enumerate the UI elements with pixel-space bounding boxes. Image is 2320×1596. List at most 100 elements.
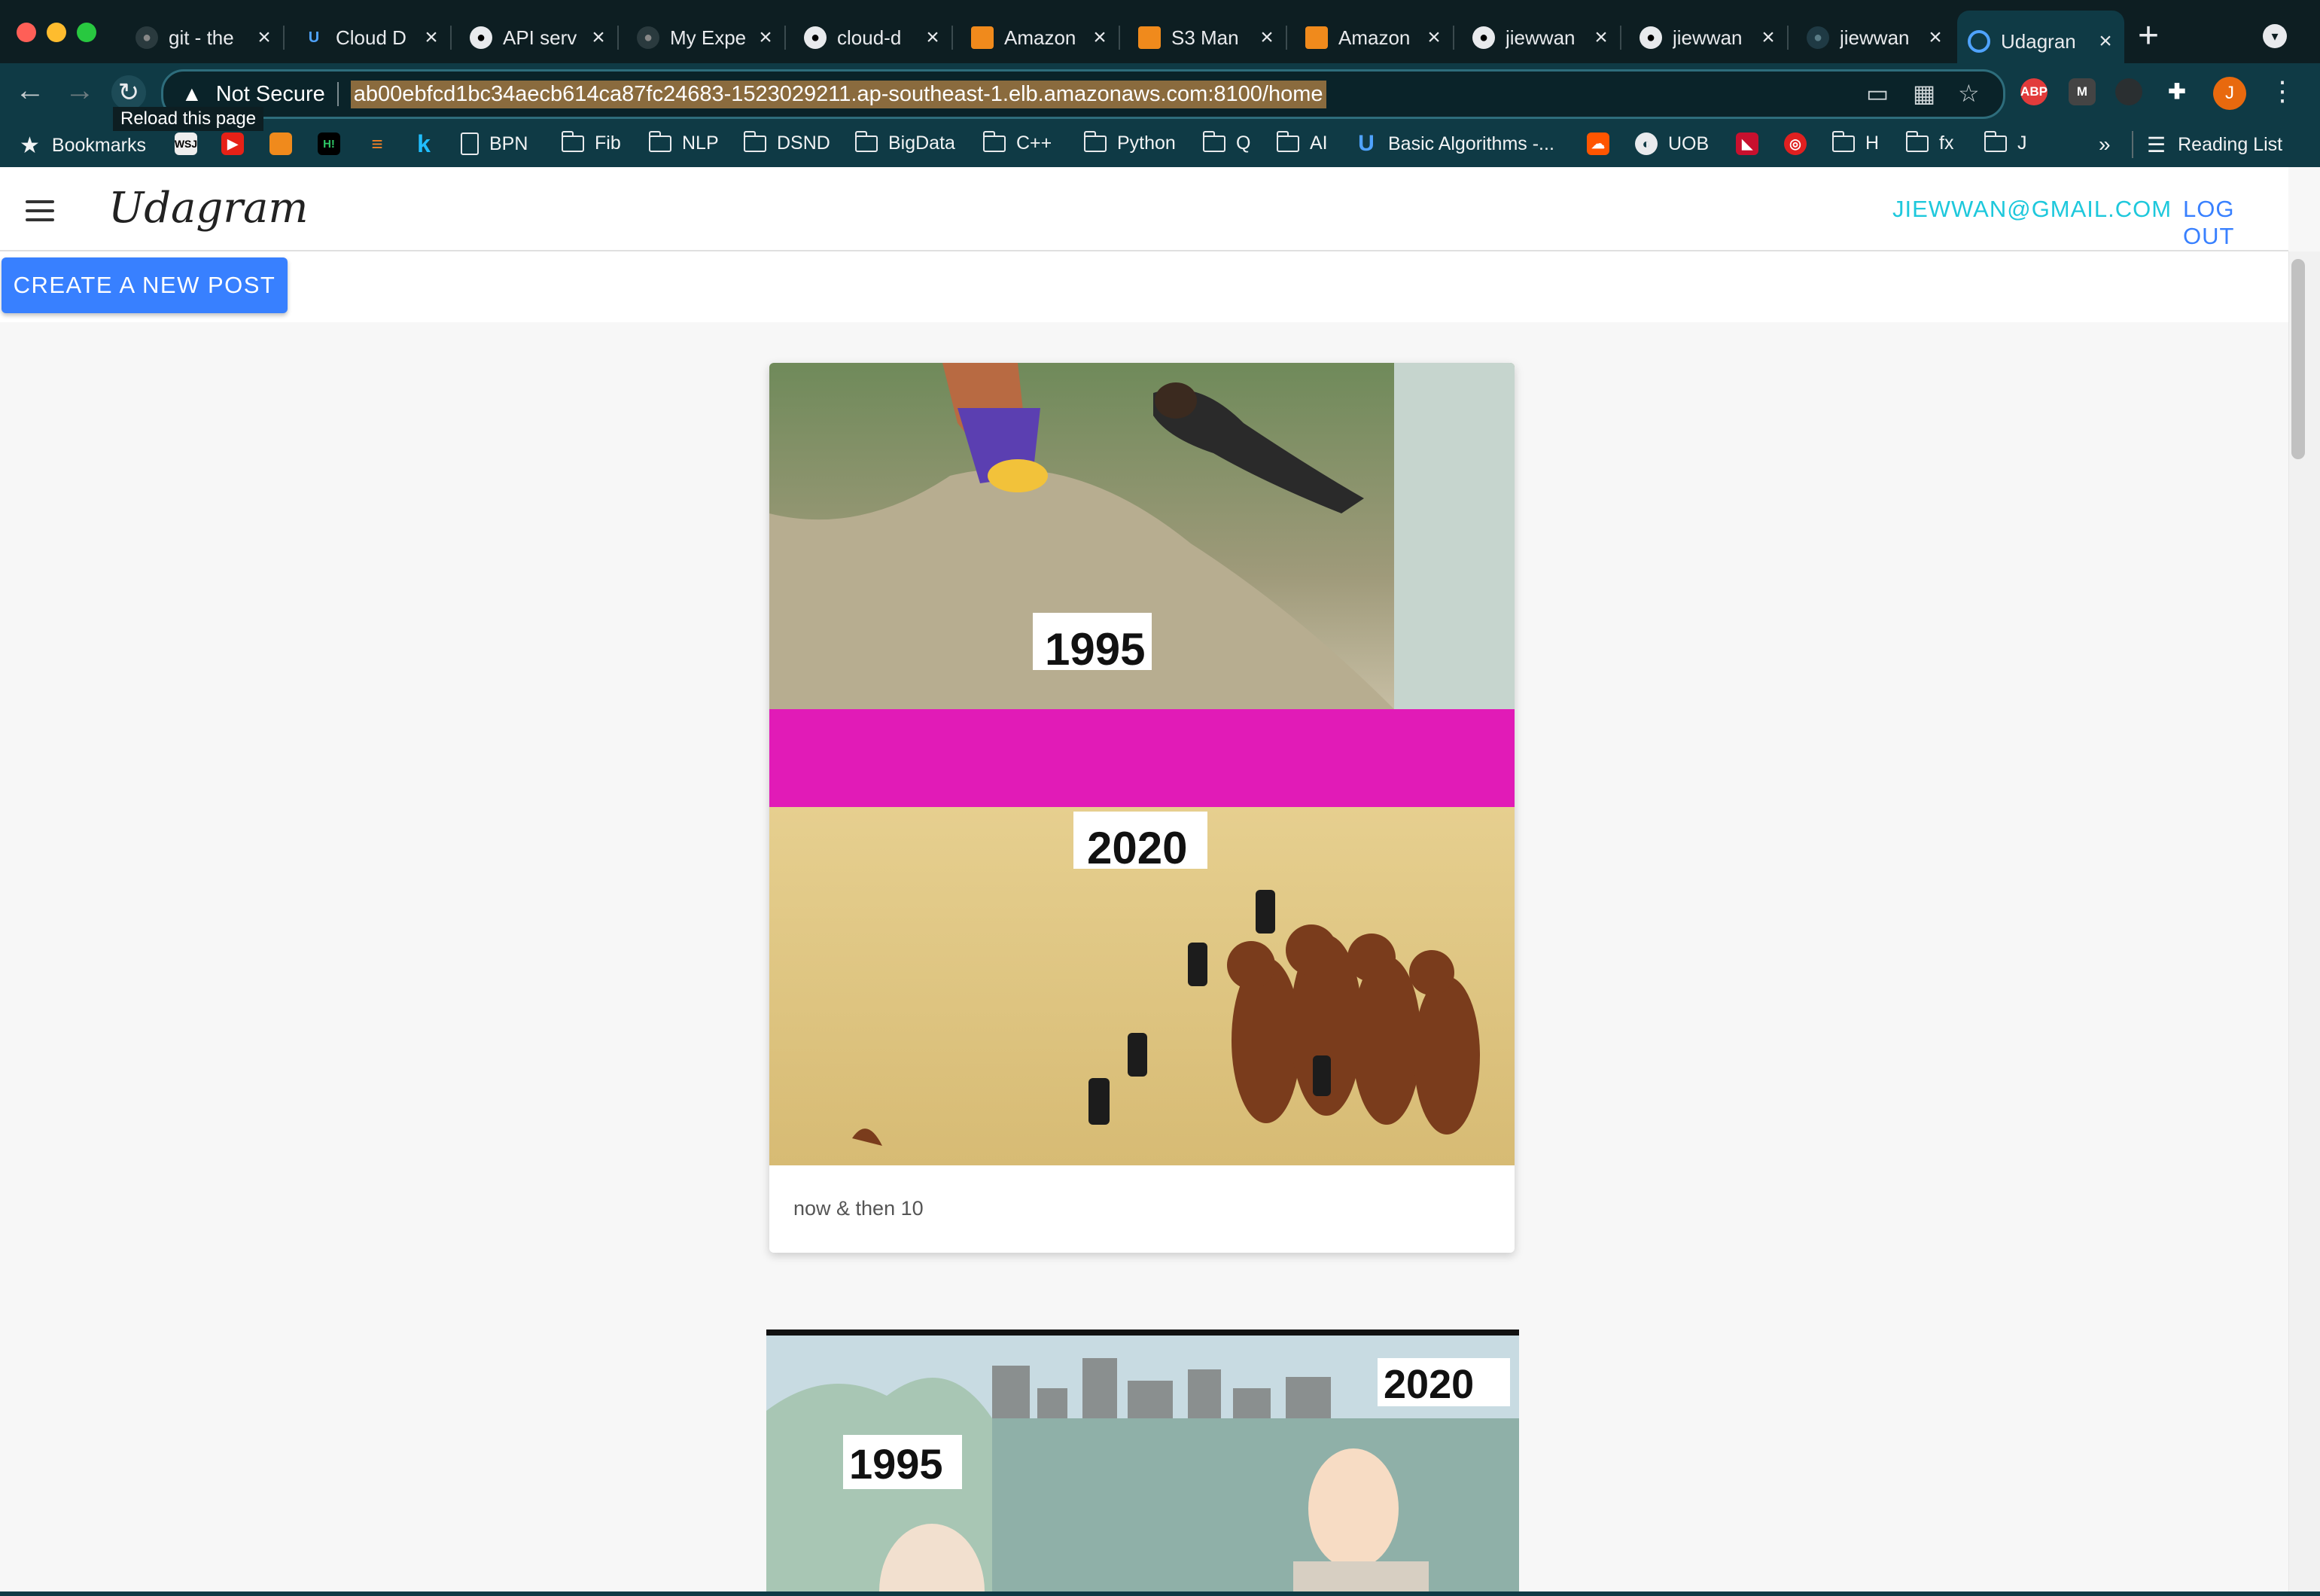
bookmark-folder[interactable]: Python: [1084, 130, 1176, 154]
close-tab-icon[interactable]: ×: [1755, 25, 1781, 50]
maximize-window-button[interactable]: [77, 23, 96, 42]
close-tab-icon[interactable]: ×: [2093, 29, 2118, 54]
puzzle-icon[interactable]: ✚: [2163, 78, 2191, 105]
browser-tab[interactable]: ● cloud-d ×: [793, 14, 953, 62]
browser-menu-icon[interactable]: ⋮: [2269, 75, 2296, 107]
close-tab-icon[interactable]: ×: [251, 25, 277, 50]
close-tab-icon[interactable]: ×: [1087, 25, 1113, 50]
globe-icon: ●: [637, 26, 659, 49]
browser-tab[interactable]: ● API serv ×: [459, 14, 619, 62]
bookmark-item[interactable]: ★ Bookmarks: [20, 132, 146, 159]
reading-list-button[interactable]: ☰ Reading List: [2147, 132, 2282, 157]
hamburger-menu-icon[interactable]: [26, 200, 54, 221]
browser-tab[interactable]: ● My Expe ×: [626, 14, 786, 62]
chrome-icon: [1968, 30, 1990, 53]
bookmark-label: Bookmarks: [51, 135, 146, 156]
image-label-1995: 1995: [1045, 624, 1146, 675]
folder-icon: [1906, 130, 1929, 152]
browser-tab[interactable]: ● jiewwan ×: [1629, 14, 1789, 62]
close-tab-icon[interactable]: ×: [1923, 25, 1948, 50]
bookmark-item[interactable]: U Basic Algorithms -...: [1355, 131, 1554, 156]
close-tab-icon[interactable]: ×: [1421, 25, 1447, 50]
scrollbar-thumb[interactable]: [2291, 259, 2305, 459]
page-icon: [461, 132, 479, 155]
bookmark-folder[interactable]: BigData: [855, 130, 955, 154]
profile-avatar[interactable]: J: [2213, 77, 2246, 110]
minimize-window-button[interactable]: [47, 23, 66, 42]
browser-tab[interactable]: U Cloud D ×: [292, 14, 452, 62]
action-bar: [0, 251, 2288, 322]
folder-icon: [562, 130, 584, 152]
browser-tab[interactable]: Amazon ×: [961, 14, 1120, 62]
forward-icon[interactable]: →: [65, 74, 95, 108]
tab-search-icon[interactable]: ▾: [2263, 24, 2287, 48]
cast-icon[interactable]: ▭: [1866, 79, 1889, 108]
security-label[interactable]: Not Secure: [216, 82, 325, 107]
tab-title: jiewwan: [1840, 26, 1910, 49]
bookmark-label: BPN: [489, 132, 528, 154]
bookmark-folder[interactable]: Q: [1203, 130, 1251, 154]
close-tab-icon[interactable]: ×: [419, 25, 444, 50]
browser-tab[interactable]: ● jiewwan ×: [1462, 14, 1621, 62]
close-tab-icon[interactable]: ×: [1588, 25, 1614, 50]
bookmark-item[interactable]: BPN: [461, 132, 528, 155]
address-bar[interactable]: ▲ Not Secure ab00ebfcd1bc34aecb614ca87fc…: [161, 69, 2005, 119]
user-email-link[interactable]: JIEWWAN@GMAIL.COM: [1892, 196, 2172, 223]
bookmarks-overflow-button[interactable]: »: [2099, 132, 2111, 157]
bookmark-item[interactable]: WSJ: [175, 132, 208, 155]
adblock-icon[interactable]: ABP: [2020, 78, 2048, 105]
close-tab-icon[interactable]: ×: [753, 25, 778, 50]
bookmark-folder[interactable]: C++: [983, 130, 1052, 154]
app-brand[interactable]: Udagram: [108, 184, 309, 233]
soundcloud-icon: ☁: [1587, 132, 1609, 155]
reload-icon[interactable]: ↻: [111, 75, 146, 110]
bookmark-item[interactable]: ≡: [366, 132, 399, 155]
bookmark-item[interactable]: ◣: [1736, 132, 1769, 155]
extension-icon[interactable]: [2115, 78, 2142, 105]
star-icon: ★: [20, 133, 40, 158]
bookmark-folder[interactable]: J: [1984, 130, 2027, 154]
bookmark-item[interactable]: H!: [318, 132, 351, 155]
tab-bar: ● git - the × U Cloud D × ● API serv × ●…: [0, 0, 2320, 72]
create-post-button[interactable]: CREATE A NEW POST: [2, 257, 288, 313]
browser-tab[interactable]: S3 Man ×: [1128, 14, 1287, 62]
reading-list-label: Reading List: [2178, 134, 2283, 155]
close-tab-icon[interactable]: ×: [1254, 25, 1280, 50]
bookmark-label: Q: [1236, 132, 1251, 154]
logout-button[interactable]: LOG OUT: [2183, 196, 2288, 250]
close-tab-icon[interactable]: ×: [586, 25, 611, 50]
stack-icon: ≡: [371, 132, 383, 155]
bookmark-folder[interactable]: Fib: [562, 130, 621, 154]
bookmark-item[interactable]: ☁: [1587, 132, 1620, 155]
url-text[interactable]: ab00ebfcd1bc34aecb614ca87fc24683-1523029…: [350, 80, 1326, 108]
bookmark-folder[interactable]: H: [1832, 130, 1879, 154]
back-icon[interactable]: ←: [15, 74, 45, 108]
folder-icon: [1277, 130, 1299, 152]
bookmark-item[interactable]: ▶: [221, 132, 254, 155]
tab-title: jiewwan: [1506, 26, 1576, 49]
close-tab-icon[interactable]: ×: [920, 25, 945, 50]
bookmark-item[interactable]: [269, 132, 303, 155]
bookmark-label: NLP: [682, 132, 719, 154]
post-image: [769, 363, 1515, 1165]
close-window-button[interactable]: [17, 23, 36, 42]
bookmark-folder[interactable]: NLP: [649, 130, 719, 154]
browser-tab[interactable]: ● jiewwan ×: [1796, 14, 1954, 62]
bookmark-folder[interactable]: fx: [1906, 130, 1953, 154]
bookmark-item[interactable]: k: [413, 130, 446, 157]
m-extension-icon[interactable]: M: [2069, 78, 2096, 105]
browser-tab[interactable]: Amazon ×: [1295, 14, 1454, 62]
github-icon: ●: [1472, 26, 1495, 49]
post-caption: now & then 10: [793, 1197, 924, 1220]
tab-title: cloud-d: [837, 26, 902, 49]
browser-tab[interactable]: ● git - the ×: [125, 14, 285, 62]
bookmark-star-icon[interactable]: ☆: [1958, 79, 1980, 108]
new-tab-button[interactable]: +: [2138, 15, 2159, 56]
bookmark-folder[interactable]: DSND: [744, 130, 830, 154]
image-label-2020: 2020: [1384, 1362, 1475, 1407]
bookmark-folder[interactable]: AI: [1277, 130, 1328, 154]
qr-code-icon[interactable]: ▦: [1913, 79, 1935, 108]
bookmark-item[interactable]: ◎: [1784, 132, 1817, 155]
aws-icon: [971, 26, 994, 49]
bookmark-item[interactable]: ◐ UOB: [1635, 132, 1709, 155]
